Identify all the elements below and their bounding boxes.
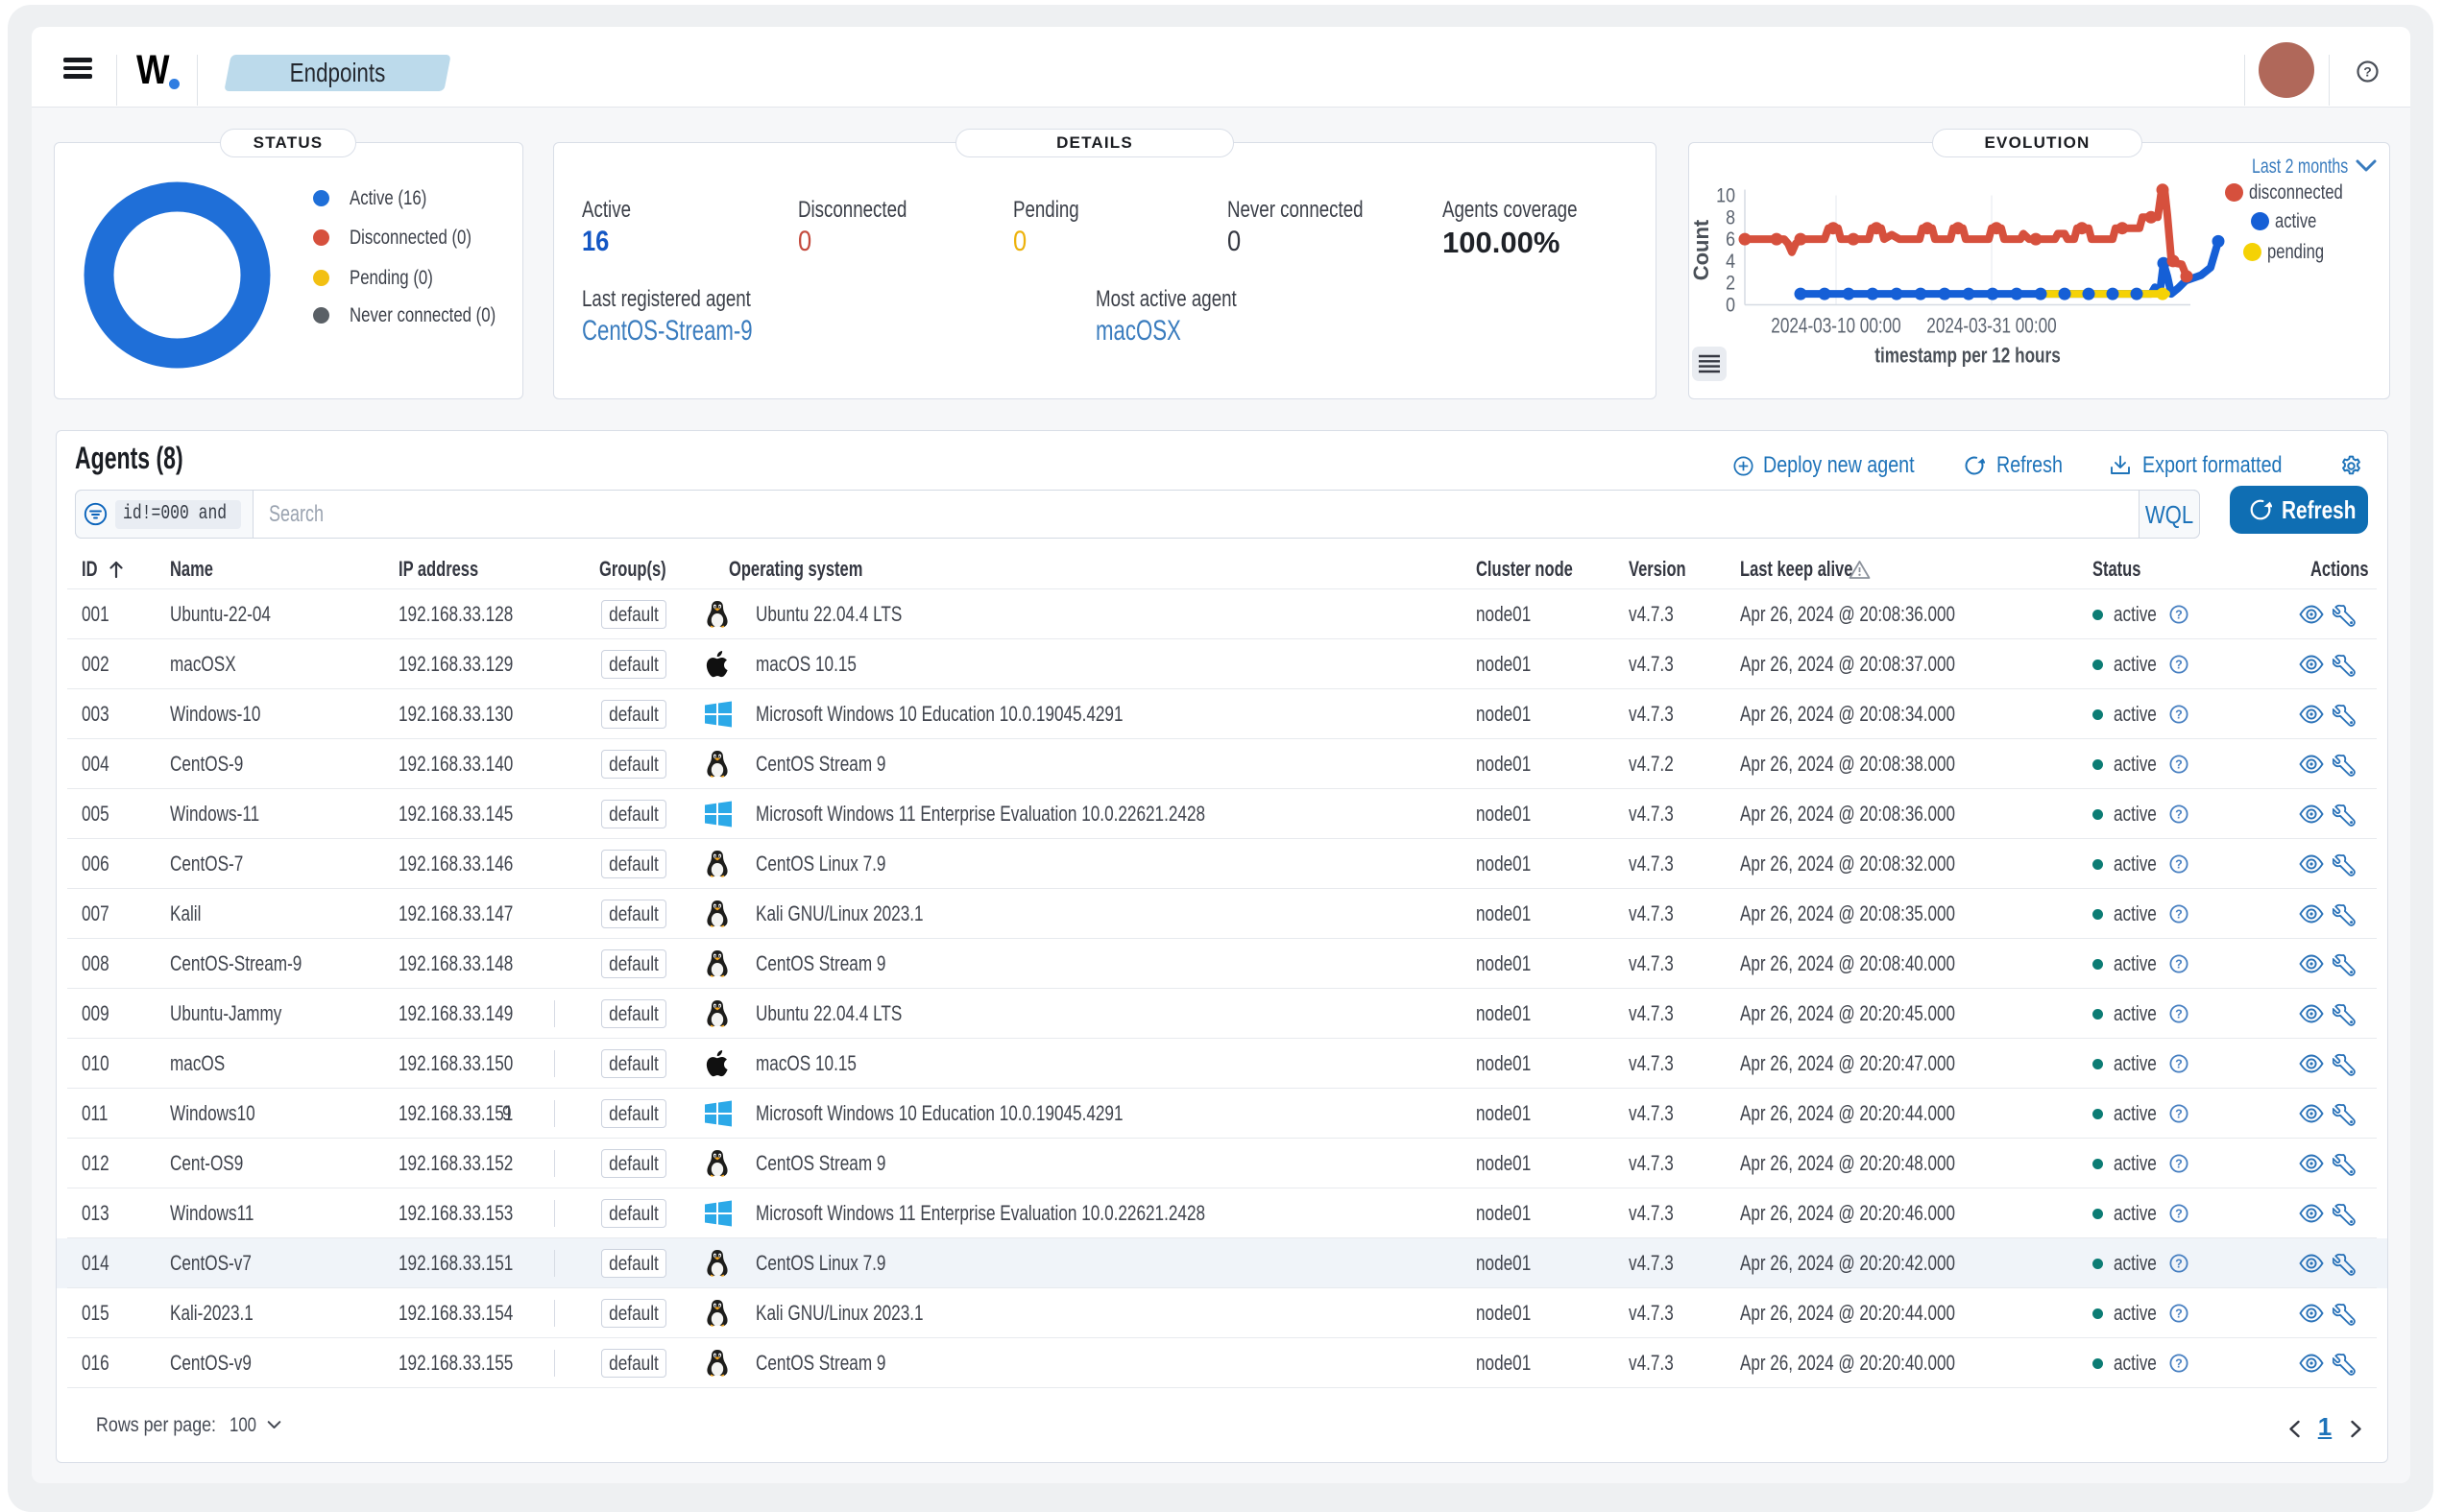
svg-text:?: ? (2175, 1158, 2183, 1171)
svg-text:?: ? (2175, 858, 2183, 872)
svg-text:?: ? (2175, 609, 2183, 622)
svg-text:?: ? (2175, 958, 2183, 972)
svg-text:2024-03-10 00:00: 2024-03-10 00:00 (1771, 315, 1900, 339)
svg-text:?: ? (2175, 1058, 2183, 1071)
svg-text:?: ? (2175, 1258, 2183, 1271)
svg-text:?: ? (2175, 1308, 2183, 1321)
svg-text:10: 10 (1716, 184, 1735, 207)
svg-text:?: ? (2363, 64, 2372, 80)
svg-text:2024-03-31 00:00: 2024-03-31 00:00 (1926, 315, 2056, 339)
svg-text:4: 4 (1726, 251, 1735, 274)
svg-text:?: ? (2175, 659, 2183, 672)
svg-text:?: ? (2175, 1208, 2183, 1221)
svg-text:8: 8 (1726, 206, 1735, 229)
svg-text:timestamp per 12 hours: timestamp per 12 hours (1874, 345, 2061, 369)
svg-text:0: 0 (1726, 294, 1735, 317)
svg-text:?: ? (2175, 708, 2183, 722)
svg-text:?: ? (2175, 908, 2183, 922)
svg-text:?: ? (2175, 758, 2183, 772)
svg-text:?: ? (2175, 808, 2183, 822)
svg-text:?: ? (2175, 1008, 2183, 1021)
svg-text:?: ? (2175, 1108, 2183, 1121)
svg-text:2: 2 (1726, 272, 1735, 295)
svg-text:6: 6 (1726, 228, 1735, 252)
svg-text:Count: Count (1689, 219, 1713, 280)
svg-text:?: ? (2175, 1357, 2183, 1371)
